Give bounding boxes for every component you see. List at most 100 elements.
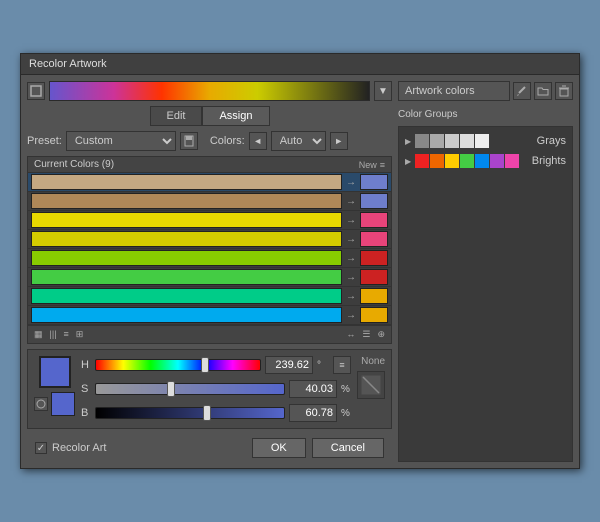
arrow-icon: → xyxy=(344,310,358,321)
colors-table: Current Colors (9) New ≡ → → xyxy=(27,156,392,344)
table-row[interactable]: → xyxy=(28,192,391,211)
colors-increment-btn[interactable]: ► xyxy=(330,132,348,150)
table-row[interactable]: → xyxy=(28,268,391,287)
chevron-down-icon: ▼ xyxy=(378,86,388,97)
tabs-row: Edit Assign xyxy=(27,106,392,126)
preset-row: Preset: Custom Colors: ◄ Auto ► xyxy=(27,131,392,151)
arrow-icon: → xyxy=(344,291,358,302)
footer-icons-right: ↔ ☰ ⊕ xyxy=(344,328,387,341)
sort-icon: ≡ xyxy=(380,160,385,170)
bottom-footer: ✓ Recolor Art OK Cancel xyxy=(27,434,392,462)
swatch-sub-icon[interactable] xyxy=(34,397,48,411)
cancel-button[interactable]: Cancel xyxy=(312,438,384,458)
folder-icon-btn[interactable] xyxy=(534,82,552,100)
ok-button[interactable]: OK xyxy=(252,438,306,458)
table-row[interactable]: → xyxy=(28,249,391,268)
h-unit: ° xyxy=(317,360,327,371)
rp-toolbar: Artwork colors xyxy=(398,81,573,101)
list-item[interactable]: ▶ Grays xyxy=(403,131,568,151)
arrow-icon: → xyxy=(344,253,358,264)
left-panel: ▼ Edit Assign Preset: Custom Colors: ◄ xyxy=(27,81,392,462)
recolor-artwork-dialog: Recolor Artwork ▼ Edit Assign Pres xyxy=(20,53,580,469)
table-row[interactable]: → xyxy=(28,287,391,306)
table-row[interactable]: → xyxy=(28,173,391,192)
s-value-input[interactable] xyxy=(289,380,337,398)
table-row[interactable]: → xyxy=(28,211,391,230)
color-strip-row: ▼ xyxy=(27,81,392,101)
columns-icon[interactable]: ||| xyxy=(48,328,59,341)
lines-icon[interactable]: ≡ xyxy=(62,328,71,341)
b-value-input[interactable] xyxy=(289,404,337,422)
b-unit: % xyxy=(341,408,351,419)
s-label: S xyxy=(81,383,91,395)
h-slider-row: H ° ≡ xyxy=(81,356,351,374)
trash-icon-btn[interactable] xyxy=(555,82,573,100)
recolor-art-checkbox[interactable]: ✓ xyxy=(35,442,47,454)
tab-assign[interactable]: Assign xyxy=(202,106,269,126)
arrow-icon: → xyxy=(344,215,358,226)
b-label: B xyxy=(81,407,91,419)
new-label: New xyxy=(359,160,377,170)
preset-select[interactable]: Custom xyxy=(66,131,176,151)
square-icon-btn[interactable] xyxy=(27,82,45,100)
color-rows[interactable]: → → → → xyxy=(28,173,391,325)
color-groups-section: ▶ Grays ▶ xyxy=(398,126,573,462)
ok-cancel-buttons: OK Cancel xyxy=(252,438,384,458)
colors-decrement-btn[interactable]: ◄ xyxy=(249,132,267,150)
recolor-art-label: Recolor Art xyxy=(52,442,106,454)
list-icon[interactable]: ☰ xyxy=(360,328,372,341)
footer-icons-left: ▦ ||| ≡ ⊞ xyxy=(32,328,85,341)
layers-icon[interactable]: ⊞ xyxy=(74,328,86,341)
colors-header: Current Colors (9) New ≡ xyxy=(28,157,391,173)
artwork-colors-label: Artwork colors xyxy=(398,81,510,101)
arrow-icon: → xyxy=(344,234,358,245)
tab-edit[interactable]: Edit xyxy=(150,106,203,126)
grid-icon[interactable]: ▦ xyxy=(32,328,45,341)
none-section: None xyxy=(357,356,385,422)
preset-label: Preset: xyxy=(27,135,62,147)
swatch-column xyxy=(34,356,75,422)
expand-icon: ▶ xyxy=(405,157,411,166)
resize-icon[interactable]: ↔ xyxy=(344,328,357,341)
arrow-icon: → xyxy=(344,177,358,188)
hsb-sliders: H ° ≡ S xyxy=(81,356,351,422)
check-icon: ✓ xyxy=(37,443,45,454)
b-slider-track[interactable] xyxy=(95,407,285,419)
h-label: H xyxy=(81,359,91,371)
expand-icon: ▶ xyxy=(405,137,411,146)
colors-select[interactable]: Auto xyxy=(271,131,326,151)
add-icon[interactable]: ⊕ xyxy=(375,328,387,341)
h-slider-track[interactable] xyxy=(95,359,261,371)
secondary-swatch[interactable] xyxy=(51,392,75,416)
colors-label: Colors: xyxy=(210,135,245,147)
h-value-input[interactable] xyxy=(265,356,313,374)
none-swatch[interactable] xyxy=(357,371,385,399)
s-unit: % xyxy=(341,384,351,395)
table-row[interactable]: → xyxy=(28,306,391,325)
color-strip[interactable] xyxy=(49,81,370,101)
current-colors-label: Current Colors (9) xyxy=(34,159,114,170)
strip-dropdown-btn[interactable]: ▼ xyxy=(374,81,392,101)
dialog-title: Recolor Artwork xyxy=(29,58,107,70)
recolor-art-row: ✓ Recolor Art xyxy=(35,440,106,456)
brights-swatches xyxy=(415,154,528,168)
b-slider-row: B % xyxy=(81,404,351,422)
header-icons: New ≡ xyxy=(359,160,385,170)
grays-swatches xyxy=(415,134,533,148)
right-panel: Artwork colors Color Groups ▶ xyxy=(398,81,573,462)
hsb-section: H ° ≡ S xyxy=(27,349,392,429)
none-label: None xyxy=(361,356,385,367)
table-row[interactable]: → xyxy=(28,230,391,249)
preset-save-btn[interactable] xyxy=(180,132,198,150)
main-color-swatch[interactable] xyxy=(39,356,71,388)
dialog-titlebar: Recolor Artwork xyxy=(21,54,579,75)
s-slider-track[interactable] xyxy=(95,383,285,395)
arrow-icon: → xyxy=(344,196,358,207)
eyedropper-icon-btn[interactable] xyxy=(513,82,531,100)
grays-label: Grays xyxy=(537,135,566,147)
color-groups-label: Color Groups xyxy=(398,109,573,120)
list-item[interactable]: ▶ Brights xyxy=(403,151,568,171)
brights-label: Brights xyxy=(532,155,566,167)
h-options-btn[interactable]: ≡ xyxy=(333,356,351,374)
colors-table-footer: ▦ ||| ≡ ⊞ ↔ ☰ ⊕ xyxy=(28,325,391,343)
